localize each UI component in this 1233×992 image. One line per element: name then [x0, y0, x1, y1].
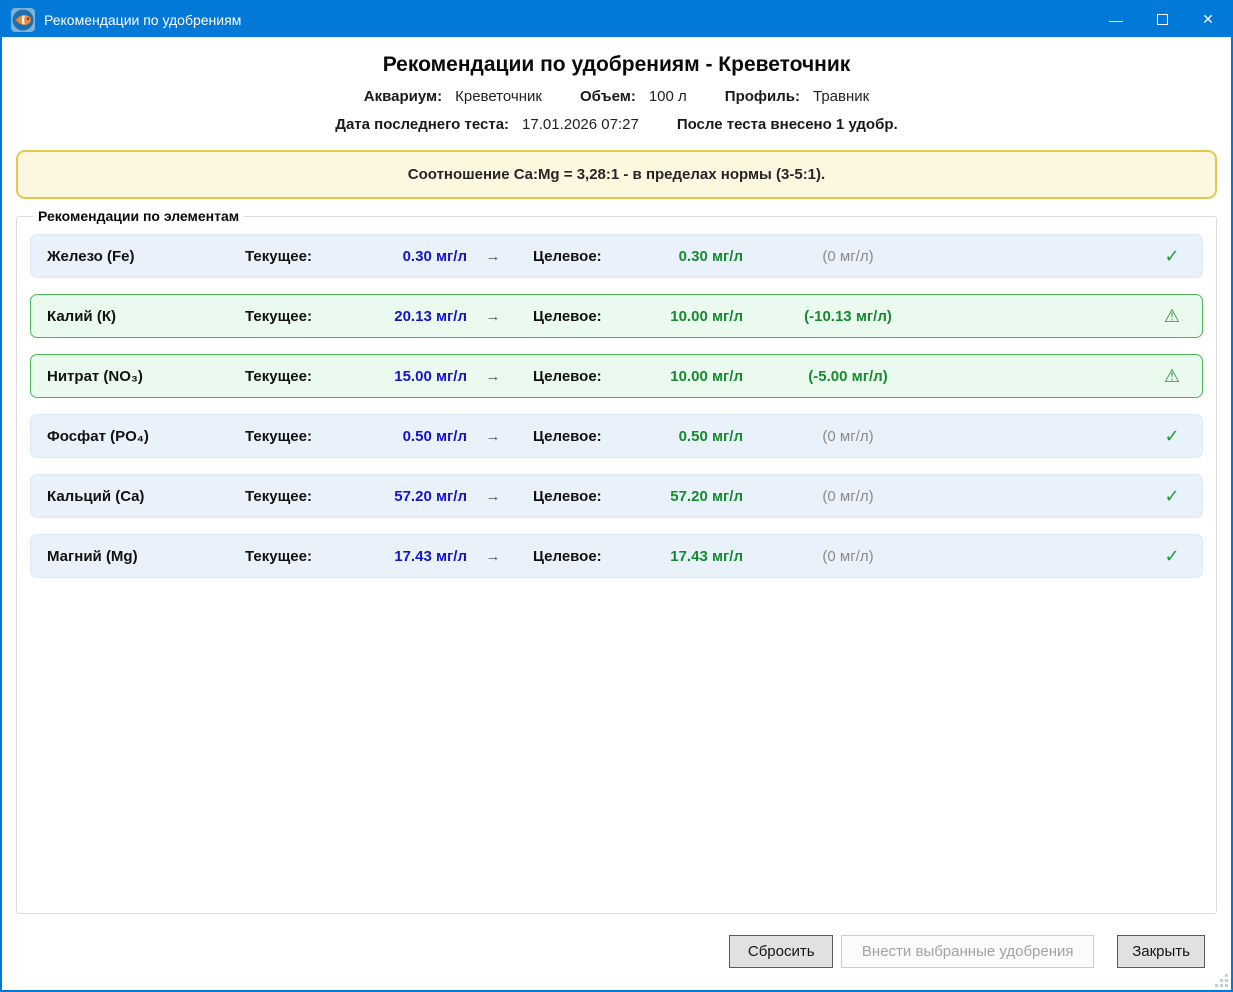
- apply-fertilizers-button[interactable]: Внести выбранные удобрения: [841, 935, 1094, 968]
- delta-value: (0 мг/л): [757, 548, 939, 565]
- arrow-right-icon: →: [467, 308, 519, 325]
- target-label: Целевое:: [533, 368, 625, 385]
- element-name: Кальций (Ca): [47, 488, 245, 505]
- target-value: 17.43 мг/л: [625, 548, 743, 565]
- current-label: Текущее:: [245, 428, 337, 445]
- current-value: 17.43 мг/л: [337, 548, 467, 565]
- element-row-no3[interactable]: Нитрат (NO₃) Текущее: 15.00 мг/л → Целев…: [30, 354, 1203, 398]
- current-label: Текущее:: [245, 488, 337, 505]
- delta-value: (-5.00 мг/л): [757, 368, 939, 385]
- status-warning-icon: ⚠: [1158, 366, 1186, 387]
- current-label: Текущее:: [245, 368, 337, 385]
- status-check-icon: ✓: [1158, 486, 1186, 507]
- resize-grip[interactable]: [1214, 973, 1228, 987]
- aquarium-info-line: Аквариум: Креветочник Объем: 100 л Профи…: [2, 88, 1231, 105]
- footer-button-bar: Сбросить Внести выбранные удобрения Закр…: [2, 914, 1231, 990]
- status-check-icon: ✓: [1158, 246, 1186, 267]
- after-test-text: После теста внесено 1 удобр.: [677, 116, 898, 133]
- target-value: 0.30 мг/л: [625, 248, 743, 265]
- window-title: Рекомендации по удобрениям: [44, 12, 1093, 28]
- target-label: Целевое:: [533, 488, 625, 505]
- test-info-line: Дата последнего теста: 17.01.2026 07:27 …: [2, 116, 1231, 133]
- status-warning-icon: ⚠: [1158, 306, 1186, 327]
- delta-value: (0 мг/л): [757, 488, 939, 505]
- element-name: Железо (Fe): [47, 248, 245, 265]
- last-test-value: 17.01.2026 07:27: [522, 116, 639, 133]
- profile-label: Профиль:: [725, 88, 800, 105]
- target-label: Целевое:: [533, 248, 625, 265]
- element-row-fe[interactable]: Железо (Fe) Текущее: 0.30 мг/л → Целевое…: [30, 234, 1203, 278]
- close-dialog-button[interactable]: Закрыть: [1117, 935, 1205, 968]
- volume-value: 100 л: [649, 88, 687, 105]
- delta-value: (0 мг/л): [757, 248, 939, 265]
- target-value: 10.00 мг/л: [625, 308, 743, 325]
- profile-value: Травник: [813, 88, 869, 105]
- dialog-window: Рекомендации по удобрениям — ✕ Рекоменда…: [0, 0, 1233, 992]
- element-name: Калий (К): [47, 308, 245, 325]
- recommendations-group-title: Рекомендации по элементам: [33, 208, 244, 224]
- page-title: Рекомендации по удобрениям - Креветочник: [2, 53, 1231, 77]
- status-check-icon: ✓: [1158, 546, 1186, 567]
- aquarium-label: Аквариум:: [364, 88, 442, 105]
- volume-label: Объем:: [580, 88, 636, 105]
- element-name: Нитрат (NO₃): [47, 368, 245, 385]
- current-value: 0.30 мг/л: [337, 248, 467, 265]
- element-row-mg[interactable]: Магний (Mg) Текущее: 17.43 мг/л → Целево…: [30, 534, 1203, 578]
- element-row-k[interactable]: Калий (К) Текущее: 20.13 мг/л → Целевое:…: [30, 294, 1203, 338]
- maximize-icon: [1157, 14, 1168, 25]
- arrow-right-icon: →: [467, 428, 519, 445]
- maximize-button[interactable]: [1139, 2, 1185, 37]
- status-check-icon: ✓: [1158, 426, 1186, 447]
- current-label: Текущее:: [245, 308, 337, 325]
- target-value: 0.50 мг/л: [625, 428, 743, 445]
- target-label: Целевое:: [533, 308, 625, 325]
- current-label: Текущее:: [245, 248, 337, 265]
- title-bar[interactable]: Рекомендации по удобрениям — ✕: [2, 2, 1231, 37]
- target-value: 10.00 мг/л: [625, 368, 743, 385]
- element-row-ca[interactable]: Кальций (Ca) Текущее: 57.20 мг/л → Целев…: [30, 474, 1203, 518]
- element-row-po4[interactable]: Фосфат (PO₄) Текущее: 0.50 мг/л → Целево…: [30, 414, 1203, 458]
- aquarium-value: Креветочник: [455, 88, 542, 105]
- arrow-right-icon: →: [467, 248, 519, 265]
- target-label: Целевое:: [533, 548, 625, 565]
- current-value: 0.50 мг/л: [337, 428, 467, 445]
- arrow-right-icon: →: [467, 368, 519, 385]
- delta-value: (0 мг/л): [757, 428, 939, 445]
- app-fish-icon: [11, 8, 35, 32]
- ratio-alert-banner: Соотношение Ca:Mg = 3,28:1 - в пределах …: [16, 150, 1217, 199]
- element-name: Магний (Mg): [47, 548, 245, 565]
- current-value: 57.20 мг/л: [337, 488, 467, 505]
- last-test-label: Дата последнего теста:: [335, 116, 509, 133]
- recommendations-group: Рекомендации по элементам Железо (Fe) Те…: [16, 208, 1217, 914]
- target-label: Целевое:: [533, 428, 625, 445]
- arrow-right-icon: →: [467, 548, 519, 565]
- current-value: 15.00 мг/л: [337, 368, 467, 385]
- element-name: Фосфат (PO₄): [47, 428, 245, 445]
- arrow-right-icon: →: [467, 488, 519, 505]
- close-button[interactable]: ✕: [1185, 2, 1231, 37]
- delta-value: (-10.13 мг/л): [757, 308, 939, 325]
- target-value: 57.20 мг/л: [625, 488, 743, 505]
- ratio-alert-text: Соотношение Ca:Mg = 3,28:1 - в пределах …: [408, 166, 825, 183]
- current-label: Текущее:: [245, 548, 337, 565]
- minimize-button[interactable]: —: [1093, 2, 1139, 37]
- current-value: 20.13 мг/л: [337, 308, 467, 325]
- reset-button[interactable]: Сбросить: [729, 935, 833, 968]
